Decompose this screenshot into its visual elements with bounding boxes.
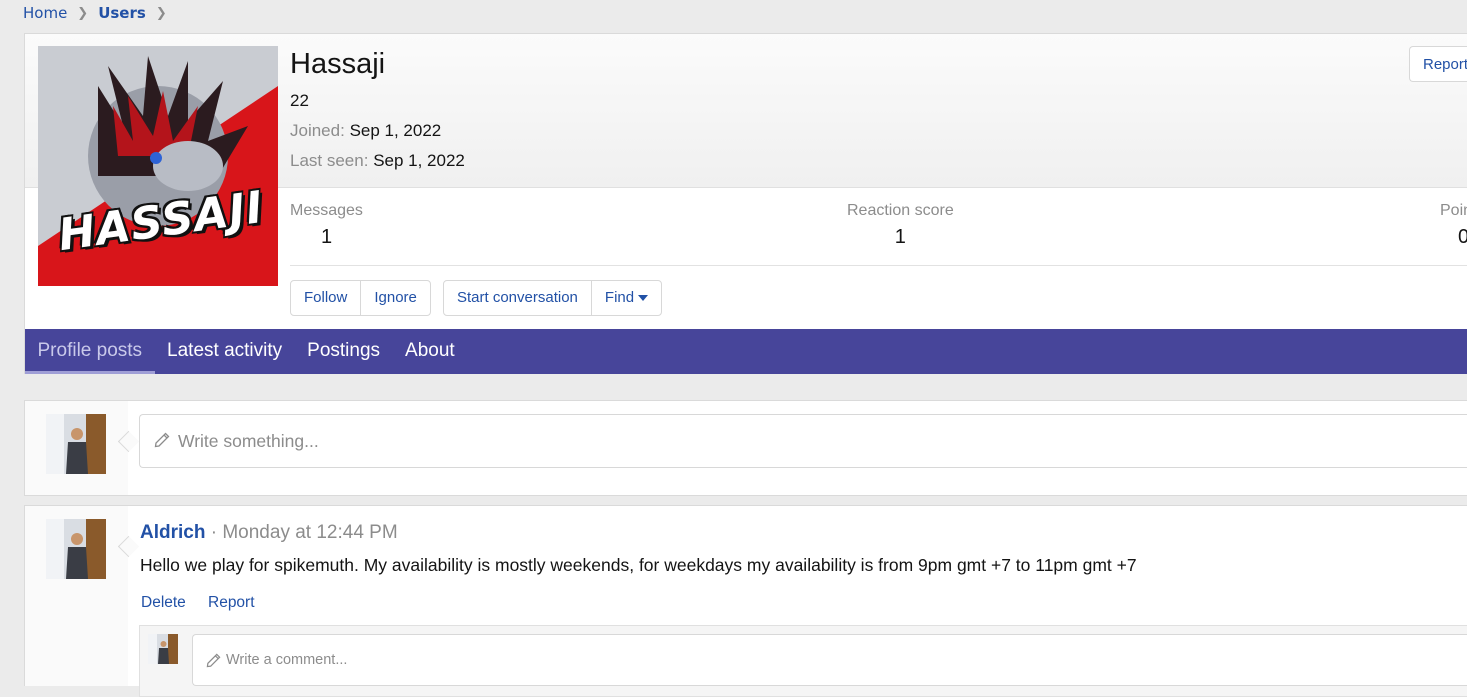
find-label: Find	[604, 289, 635, 306]
ignore-button[interactable]: Ignore	[361, 281, 430, 315]
stat-value: 1	[894, 226, 906, 248]
profile-username: Hassaji	[290, 48, 386, 80]
tab-profile-posts[interactable]: Profile posts	[25, 329, 155, 374]
stat-points[interactable]: Points 0	[1440, 202, 1467, 249]
caret-down-icon	[638, 295, 649, 302]
joined-value: Sep 1, 2022	[349, 121, 442, 140]
follow-button[interactable]: Follow	[291, 281, 362, 315]
current-user-avatar[interactable]	[46, 414, 106, 474]
joined-info: Joined: Sep 1, 2022	[290, 121, 441, 141]
stat-messages[interactable]: Messages 1	[290, 202, 363, 249]
chevron-right-icon: ❯	[77, 5, 89, 21]
start-conversation-button[interactable]: Start conversation	[444, 281, 592, 315]
breadcrumb: Home ❯ Users ❯	[23, 4, 177, 22]
conversation-find-group: Start conversation Find	[443, 280, 663, 316]
follow-ignore-group: Follow Ignore	[290, 280, 431, 316]
write-comment-input[interactable]: Write a comment...	[192, 634, 1467, 686]
profile-post: Aldrich · Monday at 12:44 PM Hello we pl…	[24, 505, 1467, 697]
pencil-icon	[206, 653, 221, 668]
profile-user-title: 22	[290, 91, 309, 110]
member-header: HASSAJI Hassaji 22 Joined: Sep 1, 2022 L…	[24, 33, 1467, 374]
last-seen-info: Last seen: Sep 1, 2022	[290, 151, 465, 171]
divider	[290, 265, 1467, 266]
stat-reaction-score[interactable]: Reaction score 1	[847, 202, 954, 249]
comment-user-avatar[interactable]	[148, 634, 178, 664]
profile-tabs: Profile posts Latest activity Postings A…	[25, 329, 1467, 374]
joined-label: Joined:	[290, 121, 345, 140]
tab-about[interactable]: About	[393, 329, 468, 374]
profile-avatar[interactable]: HASSAJI	[38, 46, 278, 286]
write-something-placeholder: Write something...	[178, 431, 319, 451]
stat-value: 1	[321, 226, 333, 248]
pencil-icon	[154, 432, 170, 448]
write-comment-placeholder: Write a comment...	[226, 652, 348, 668]
post-time-link[interactable]: Monday at 12:44 PM	[222, 522, 397, 543]
report-post-link[interactable]: Report	[208, 594, 255, 612]
write-something-input[interactable]: Write something...	[139, 414, 1467, 468]
find-menu-button[interactable]: Find	[592, 281, 661, 315]
breadcrumb-home-link[interactable]: Home	[23, 4, 67, 22]
post-meta: Aldrich · Monday at 12:44 PM	[140, 522, 398, 544]
tab-latest-activity[interactable]: Latest activity	[155, 329, 295, 374]
delete-post-link[interactable]: Delete	[141, 594, 186, 612]
stat-label: Messages	[290, 202, 363, 219]
last-seen-label: Last seen:	[290, 151, 369, 170]
stat-label: Reaction score	[847, 202, 954, 219]
tab-postings[interactable]: Postings	[295, 329, 393, 374]
stat-label: Points	[1440, 202, 1467, 219]
post-author-link[interactable]: Aldrich	[140, 522, 205, 543]
stat-value: 0	[1458, 226, 1467, 248]
last-seen-value[interactable]: Sep 1, 2022	[373, 151, 465, 170]
comment-area: Write a comment...	[139, 625, 1467, 697]
post-author-avatar[interactable]	[46, 519, 106, 579]
breadcrumb-users-link[interactable]: Users	[98, 4, 146, 22]
report-profile-button[interactable]: Report	[1409, 46, 1467, 82]
post-body: Hello we play for spikemuth. My availabi…	[140, 555, 1137, 575]
meta-separator: ·	[210, 522, 218, 543]
chevron-right-icon: ❯	[155, 5, 167, 21]
profile-post-composer: Write something...	[24, 400, 1467, 496]
